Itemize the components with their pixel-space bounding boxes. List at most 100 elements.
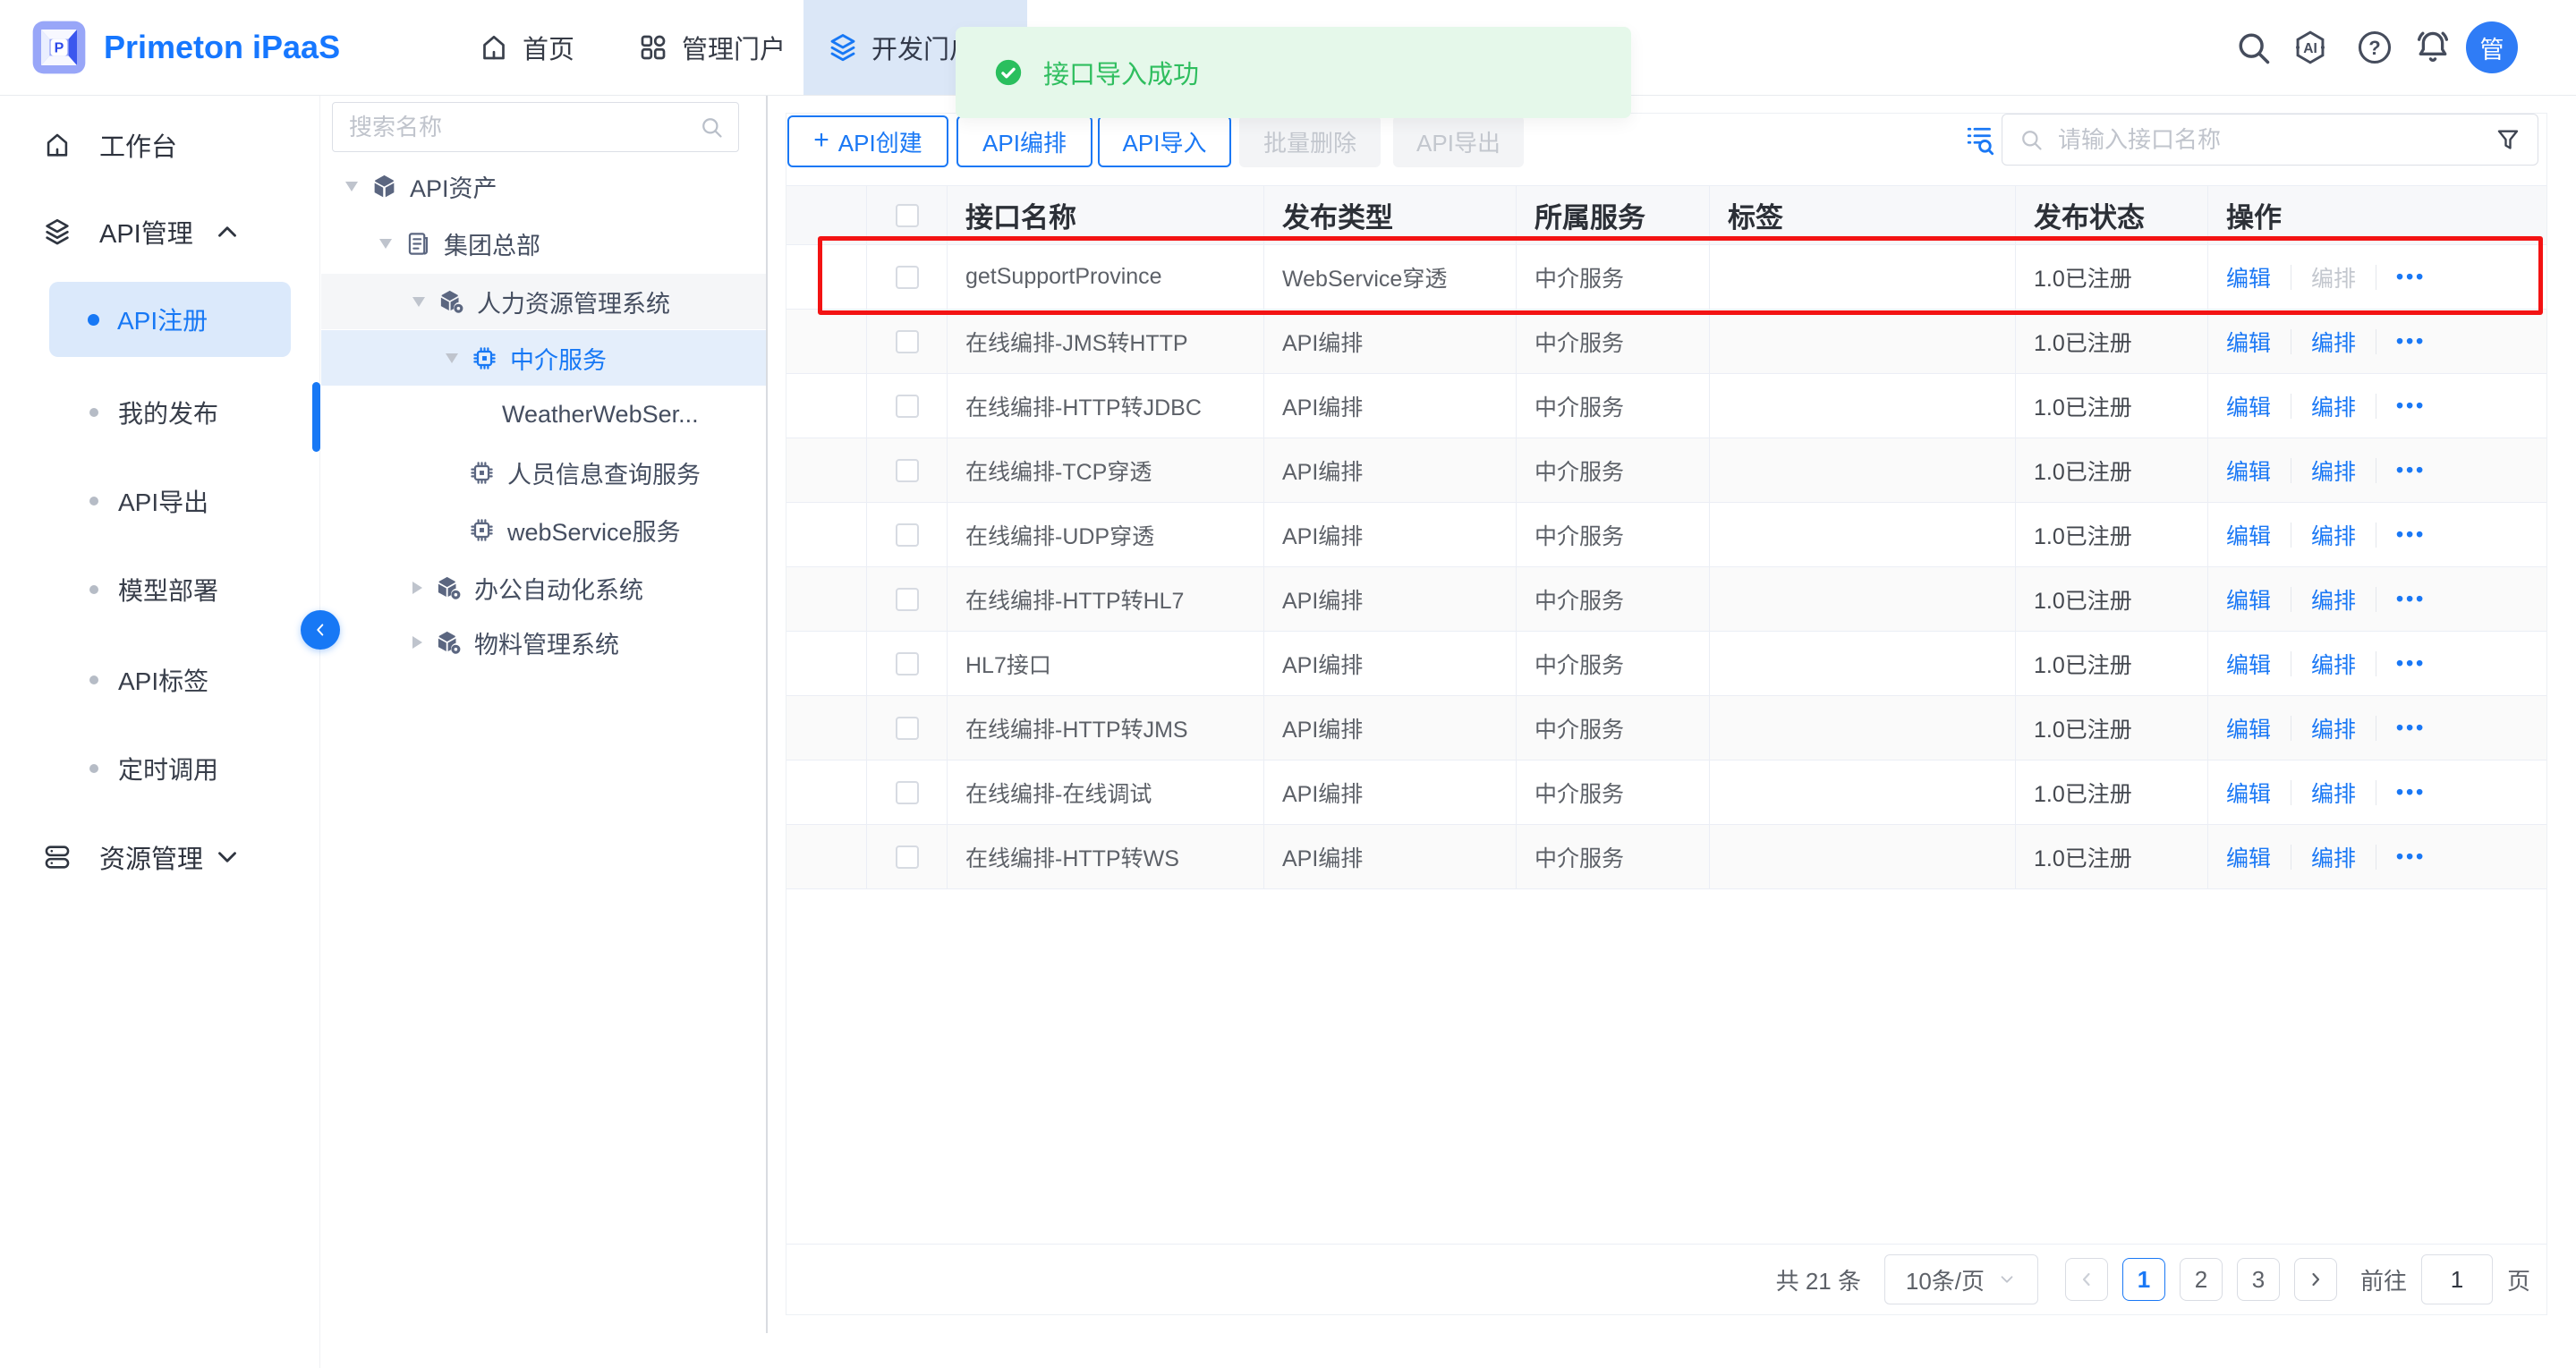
next-page-button[interactable] xyxy=(2294,1258,2337,1301)
edit-link[interactable]: 编辑 xyxy=(2226,841,2271,873)
orchestrate-link[interactable]: 编排 xyxy=(2311,455,2356,487)
page-size-select[interactable]: 10条/页 xyxy=(1884,1254,2038,1304)
orchestrate-link[interactable]: 编排 xyxy=(2311,648,2356,680)
sidebar-subitem-5[interactable]: API标签 xyxy=(49,642,291,718)
tree-node-9[interactable]: 物料管理系统 xyxy=(321,615,766,670)
edit-link[interactable]: 编辑 xyxy=(2226,390,2271,422)
tree-search-input[interactable] xyxy=(347,113,699,142)
row-expand-cell[interactable] xyxy=(786,310,867,374)
tree-node-4-selected[interactable]: 中介服务 xyxy=(321,330,766,386)
collapse-panel-button[interactable] xyxy=(301,610,340,650)
tree-node-1[interactable]: API资产 xyxy=(321,158,766,214)
edit-link[interactable]: 编辑 xyxy=(2226,326,2271,358)
caret-down-icon[interactable] xyxy=(379,239,392,249)
toolbar-button-3[interactable]: API导入 xyxy=(1098,115,1231,167)
row-expand-cell[interactable] xyxy=(786,760,867,825)
toolbar-button-4-disabled[interactable]: 批量删除 xyxy=(1239,115,1381,167)
api-doc-search-icon[interactable] xyxy=(1964,124,1996,157)
row-checkbox[interactable] xyxy=(896,330,919,353)
filter-funnel-icon[interactable] xyxy=(2495,126,2521,153)
sidebar-item-api-management[interactable]: API管理 xyxy=(0,200,319,263)
page-number-button-2[interactable]: 2 xyxy=(2180,1258,2223,1301)
sidebar-subitem-2[interactable]: 我的发布 xyxy=(49,375,291,450)
sidebar-item-resource-management[interactable]: 资源管理 xyxy=(0,826,319,888)
orchestrate-link[interactable]: 编排 xyxy=(2311,777,2356,809)
page-number-button-3[interactable]: 3 xyxy=(2237,1258,2280,1301)
orchestrate-link[interactable]: 编排 xyxy=(2311,326,2356,358)
sidebar-subitem-3[interactable]: API导出 xyxy=(49,463,291,539)
nav-item-home[interactable]: 首页 xyxy=(478,0,574,95)
caret-right-icon[interactable] xyxy=(412,636,422,649)
orchestrate-link[interactable]: 编排 xyxy=(2311,261,2356,293)
row-expand-cell[interactable] xyxy=(786,438,867,503)
more-actions-link[interactable]: ••• xyxy=(2396,845,2426,869)
row-checkbox[interactable] xyxy=(896,523,919,547)
orchestrate-link[interactable]: 编排 xyxy=(2311,712,2356,744)
edit-link[interactable]: 编辑 xyxy=(2226,261,2271,293)
sidebar-subitem-1-active[interactable]: API注册 xyxy=(49,282,291,357)
edit-link[interactable]: 编辑 xyxy=(2226,712,2271,744)
row-expand-cell[interactable] xyxy=(786,374,867,438)
edit-link[interactable]: 编辑 xyxy=(2226,455,2271,487)
more-actions-link[interactable]: ••• xyxy=(2396,587,2426,611)
caret-down-icon[interactable] xyxy=(446,353,458,363)
toolbar-button-5-disabled[interactable]: API导出 xyxy=(1393,115,1524,167)
prev-page-button[interactable] xyxy=(2065,1258,2108,1301)
ai-assistant-icon[interactable]: AI xyxy=(2291,28,2330,67)
caret-down-icon[interactable] xyxy=(345,182,358,191)
row-expand-cell[interactable] xyxy=(786,825,867,889)
row-checkbox[interactable] xyxy=(896,395,919,418)
more-actions-link[interactable]: ••• xyxy=(2396,523,2426,547)
avatar[interactable]: 管 xyxy=(2466,21,2518,73)
caret-right-icon[interactable] xyxy=(412,582,422,594)
more-actions-link[interactable]: ••• xyxy=(2396,780,2426,804)
row-checkbox[interactable] xyxy=(896,588,919,611)
row-expand-cell[interactable] xyxy=(786,503,867,567)
row-checkbox[interactable] xyxy=(896,717,919,740)
nav-item-admin-portal[interactable]: 管理门户 xyxy=(637,0,786,95)
row-expand-cell[interactable] xyxy=(786,245,867,310)
edit-link[interactable]: 编辑 xyxy=(2226,519,2271,551)
tree-node-5[interactable]: WeatherWebSer... xyxy=(321,387,766,442)
tree-node-8[interactable]: 办公自动化系统 xyxy=(321,560,766,616)
edit-link[interactable]: 编辑 xyxy=(2226,648,2271,680)
sidebar-subitem-4[interactable]: 模型部署 xyxy=(49,552,291,627)
orchestrate-link[interactable]: 编排 xyxy=(2311,390,2356,422)
row-checkbox[interactable] xyxy=(896,459,919,482)
row-checkbox[interactable] xyxy=(896,845,919,869)
edit-link[interactable]: 编辑 xyxy=(2226,583,2271,616)
caret-down-icon[interactable] xyxy=(412,297,425,307)
api-search-input[interactable] xyxy=(2056,125,2495,155)
sidebar-item-workbench[interactable]: 工作台 xyxy=(0,114,319,176)
search-icon[interactable] xyxy=(2233,28,2273,67)
toolbar-button-2[interactable]: API编排 xyxy=(956,115,1092,167)
edit-link[interactable]: 编辑 xyxy=(2226,777,2271,809)
orchestrate-link[interactable]: 编排 xyxy=(2311,841,2356,873)
row-checkbox[interactable] xyxy=(896,266,919,289)
more-actions-link[interactable]: ••• xyxy=(2396,394,2426,418)
page-number-button-1-current[interactable]: 1 xyxy=(2122,1258,2165,1301)
goto-page-input[interactable] xyxy=(2421,1254,2493,1304)
panel-divider[interactable] xyxy=(766,95,768,1333)
tree-node-6[interactable]: 人员信息查询服务 xyxy=(321,445,766,500)
more-actions-link[interactable]: ••• xyxy=(2396,651,2426,676)
row-expand-cell[interactable] xyxy=(786,632,867,696)
row-expand-cell[interactable] xyxy=(786,696,867,760)
notifications-bell-icon[interactable] xyxy=(2413,28,2453,67)
sidebar-subitem-6[interactable]: 定时调用 xyxy=(49,731,291,806)
select-all-checkbox[interactable] xyxy=(896,204,919,227)
tree-node-2[interactable]: 集团总部 xyxy=(321,216,766,271)
toolbar-button-1[interactable]: +API创建 xyxy=(787,115,948,167)
more-actions-link[interactable]: ••• xyxy=(2396,458,2426,482)
more-actions-link[interactable]: ••• xyxy=(2396,265,2426,289)
brand[interactable]: P Primeton iPaaS xyxy=(30,0,340,95)
more-actions-link[interactable]: ••• xyxy=(2396,716,2426,740)
orchestrate-link[interactable]: 编排 xyxy=(2311,519,2356,551)
tree-node-7[interactable]: webService服务 xyxy=(321,502,766,557)
tree-node-3[interactable]: 人力资源管理系统 xyxy=(321,274,766,329)
row-checkbox[interactable] xyxy=(896,781,919,804)
row-checkbox[interactable] xyxy=(896,652,919,676)
help-icon[interactable]: ? xyxy=(2355,28,2394,67)
row-expand-cell[interactable] xyxy=(786,567,867,632)
orchestrate-link[interactable]: 编排 xyxy=(2311,583,2356,616)
